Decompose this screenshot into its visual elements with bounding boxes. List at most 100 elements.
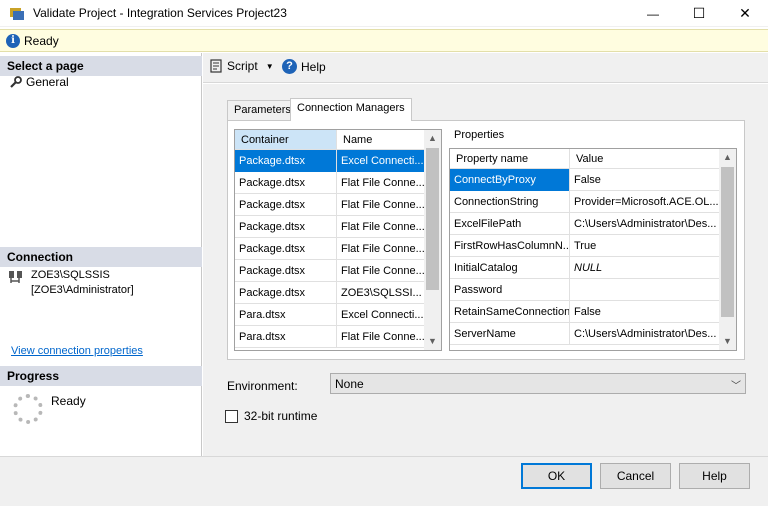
property-value[interactable]: NULL xyxy=(570,257,720,279)
cell-container: Para.dtsx xyxy=(235,304,337,326)
properties-label: Properties xyxy=(454,129,505,141)
property-value[interactable]: False xyxy=(570,301,720,323)
cell-container: Package.dtsx xyxy=(235,238,337,260)
scroll-down-icon[interactable]: ▼ xyxy=(719,333,736,350)
help-icon: ? xyxy=(282,59,297,74)
table-row[interactable]: Para.dtsx Flat File Conne... xyxy=(235,326,425,348)
cell-name: Excel Connecti... xyxy=(337,304,425,326)
cell-container: Package.dtsx xyxy=(235,194,337,216)
cell-name: Flat File Conne... xyxy=(337,260,425,282)
connection-managers-grid[interactable]: Container Name Package.dtsx Excel Connect… xyxy=(234,129,442,351)
table-row[interactable]: Package.dtsx Flat File Conne... xyxy=(235,260,425,282)
property-value[interactable]: C:\Users\Administrator\Des... xyxy=(570,323,720,345)
property-row[interactable]: FirstRowHasColumnN... True xyxy=(450,235,720,257)
property-value[interactable] xyxy=(570,279,720,301)
column-header-value[interactable]: Value xyxy=(570,149,720,169)
cell-name: Flat File Conne... xyxy=(337,194,425,216)
scroll-up-icon[interactable]: ▲ xyxy=(424,130,441,147)
cell-name: Flat File Conne... xyxy=(337,326,425,348)
property-name: ServerName xyxy=(450,323,570,345)
column-header-container[interactable]: Container xyxy=(235,130,337,150)
toolbar: Script ▼ ? Help xyxy=(203,53,768,83)
cell-name: Flat File Conne... xyxy=(337,216,425,238)
property-row[interactable]: InitialCatalog NULL xyxy=(450,257,720,279)
tab-connection-managers[interactable]: Connection Managers xyxy=(290,98,412,121)
scroll-up-icon[interactable]: ▲ xyxy=(719,149,736,166)
property-row[interactable]: ExcelFilePath C:\Users\Administrator\Des.… xyxy=(450,213,720,235)
help-toolbar-button[interactable]: ? Help xyxy=(282,59,326,74)
runtime-32bit-checkbox[interactable] xyxy=(225,410,238,423)
property-name: ConnectionString xyxy=(450,191,570,213)
cell-name: ZOE3\SQLSSI... xyxy=(337,282,425,304)
chevron-down-icon: ﹀ xyxy=(731,381,741,392)
app-icon xyxy=(10,8,24,20)
environment-value: None xyxy=(335,377,364,391)
cell-container: Package.dtsx xyxy=(235,260,337,282)
property-value[interactable]: C:\Users\Administrator\Des... xyxy=(570,213,720,235)
connections-scrollbar[interactable]: ▲ ▼ xyxy=(424,130,441,350)
cell-container: Package.dtsx xyxy=(235,216,337,238)
property-value[interactable]: Provider=Microsoft.ACE.OL... xyxy=(570,191,720,213)
maximize-button[interactable]: ☐ xyxy=(676,0,722,27)
property-name: ConnectByProxy xyxy=(450,169,570,191)
info-icon: i xyxy=(6,34,20,48)
status-bar: i Ready xyxy=(0,29,768,52)
page-item-label: General xyxy=(26,75,69,89)
table-row[interactable]: Package.dtsx Excel Connecti... xyxy=(235,150,425,172)
properties-scrollbar[interactable]: ▲ ▼ xyxy=(719,149,736,350)
runtime-32bit-label: 32-bit runtime xyxy=(244,409,318,423)
wrench-icon xyxy=(10,75,22,88)
page-item-general[interactable]: General xyxy=(9,75,69,89)
table-row[interactable]: Package.dtsx Flat File Conne... xyxy=(235,194,425,216)
help-button[interactable]: Help xyxy=(679,463,750,489)
help-label: Help xyxy=(301,59,326,74)
table-row[interactable]: Para.dtsx Excel Connecti... xyxy=(235,304,425,326)
column-header-name[interactable]: Name xyxy=(337,130,425,150)
table-row[interactable]: Package.dtsx Flat File Conne... xyxy=(235,172,425,194)
tab-parameters[interactable]: Parameters xyxy=(227,100,298,120)
property-row[interactable]: RetainSameConnection False xyxy=(450,301,720,323)
scrollbar-thumb[interactable] xyxy=(721,167,734,317)
script-label: Script xyxy=(227,59,258,73)
properties-grid[interactable]: Property name Value ConnectByProxy False C… xyxy=(449,148,737,351)
property-name: RetainSameConnection xyxy=(450,301,570,323)
title-bar: Validate Project - Integration Services … xyxy=(0,0,768,27)
close-window-button[interactable]: ✕ xyxy=(722,0,768,27)
view-connection-properties-link[interactable]: View connection properties xyxy=(11,345,143,357)
property-row[interactable]: ConnectionString Provider=Microsoft.ACE.O… xyxy=(450,191,720,213)
environment-label: Environment: xyxy=(227,379,298,393)
property-row[interactable]: ConnectByProxy False xyxy=(450,169,720,191)
environment-select[interactable]: None ﹀ xyxy=(330,373,746,394)
table-row[interactable]: Package.dtsx ZOE3\SQLSSI... xyxy=(235,282,425,304)
progress-spinner-icon xyxy=(13,394,43,424)
property-value[interactable]: False xyxy=(570,169,720,191)
minimize-icon: — xyxy=(647,6,659,21)
table-row[interactable]: Package.dtsx Flat File Conne... xyxy=(235,216,425,238)
column-header-property-name[interactable]: Property name xyxy=(450,149,570,169)
scrollbar-thumb[interactable] xyxy=(426,148,439,290)
cell-container: Para.dtsx xyxy=(235,326,337,348)
cancel-button[interactable]: Cancel xyxy=(600,463,671,489)
property-value[interactable]: True xyxy=(570,235,720,257)
script-icon xyxy=(210,59,222,73)
chevron-down-icon: ▼ xyxy=(265,61,274,71)
progress-header: Progress xyxy=(0,366,202,386)
close-icon: ✕ xyxy=(739,5,751,21)
scroll-down-icon[interactable]: ▼ xyxy=(424,333,441,350)
property-name: FirstRowHasColumnN... xyxy=(450,235,570,257)
property-row[interactable]: ServerName C:\Users\Administrator\Des... xyxy=(450,323,720,345)
property-name: Password xyxy=(450,279,570,301)
progress-status: Ready xyxy=(51,394,86,408)
property-row[interactable]: Password xyxy=(450,279,720,301)
table-row[interactable]: Package.dtsx Flat File Conne... xyxy=(235,238,425,260)
minimize-button[interactable]: — xyxy=(630,0,676,27)
cell-name: Excel Connecti... xyxy=(337,150,425,172)
connection-server: ZOE3\SQLSSIS xyxy=(31,269,110,281)
maximize-icon: ☐ xyxy=(692,5,706,21)
script-button[interactable]: Script ▼ xyxy=(209,59,274,73)
window-title: Validate Project - Integration Services … xyxy=(33,6,287,20)
select-page-header: Select a page xyxy=(0,56,202,76)
ok-button[interactable]: OK xyxy=(521,463,592,489)
server-connection-icon xyxy=(9,271,22,283)
property-name: InitialCatalog xyxy=(450,257,570,279)
